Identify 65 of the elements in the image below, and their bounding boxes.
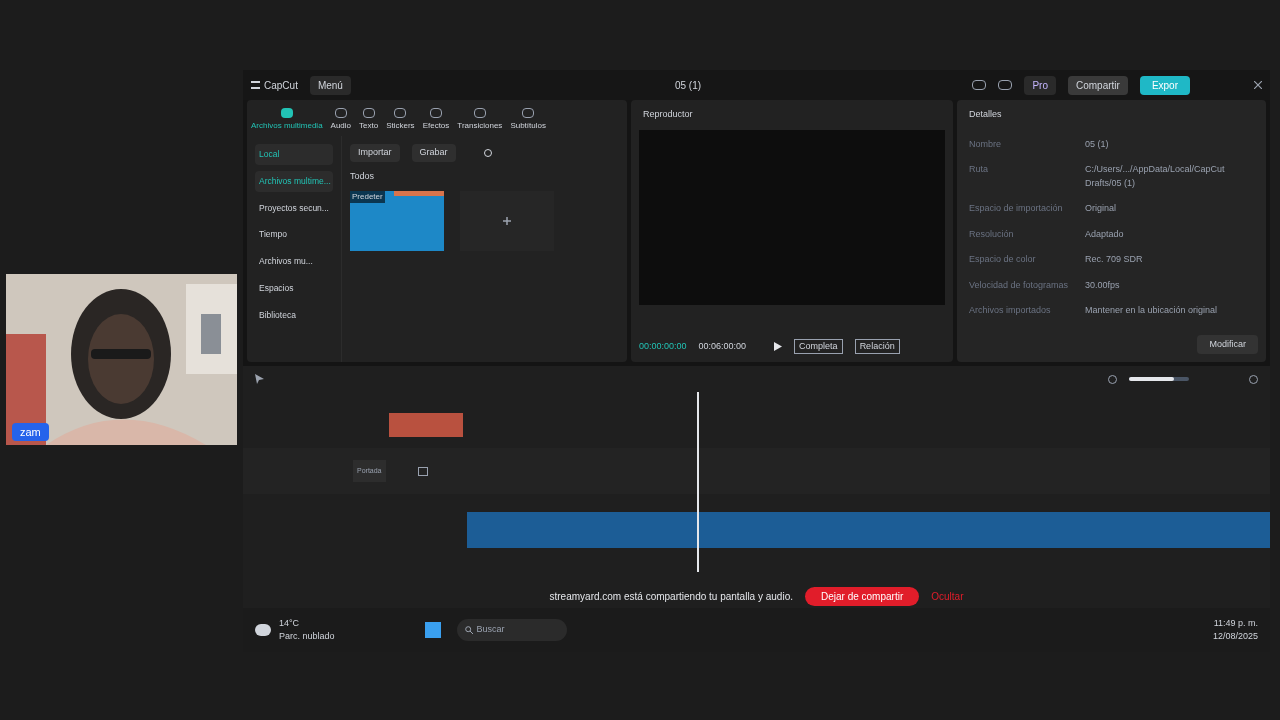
detail-value: Original [1085,202,1117,215]
ratio-button[interactable]: Relación [854,338,900,354]
sidebar-item[interactable]: Espacios [255,277,333,299]
detail-label: Nombre [969,137,1002,151]
app-name: CapCut [264,78,298,93]
pro-button[interactable]: Pro [1024,75,1056,95]
sidebar-item[interactable]: Local [255,144,333,165]
detail-label: Archivos importados [969,304,1052,317]
media-thumbnail[interactable]: Predeter [350,191,444,251]
detail-value: C:/Users/.../AppData/Local/CapCut Drafts/05 (1) [1085,163,1226,190]
search-icon [464,626,473,634]
tab[interactable]: Transiciones [457,108,503,132]
temperature: 14°C [279,616,301,630]
detail-label: Espacio de color [969,253,1037,266]
project-title: 05 (1) [674,78,702,93]
tab[interactable]: Stickers [386,108,415,132]
plus-icon[interactable] [503,217,511,225]
import-button[interactable]: Importar [350,144,400,162]
panel-title: Reproductor [642,108,694,121]
sidebar-item[interactable]: Archivos multime... [255,170,333,192]
timeline-clip[interactable] [389,413,463,437]
detail-value: 05 (1) [1085,137,1110,151]
tab[interactable]: Archivos multimedia [251,108,323,132]
clock-date: 12/08/2025 [1212,630,1258,643]
tab[interactable]: Efectos [422,108,450,132]
sidebar-item[interactable]: Biblioteca [255,304,333,326]
detail-label: Ruta [969,163,989,176]
start-icon[interactable] [424,622,441,638]
detail-value: Adaptado [1085,227,1125,241]
tab[interactable]: Audio [330,108,352,132]
detail-value: Rec. 709 SDR [1085,253,1144,266]
record-button[interactable]: Grabar [411,144,456,162]
clock-time: 11:49 p. m. [1213,616,1258,630]
sidebar-item[interactable]: Proyectos secun... [255,197,333,219]
search-field[interactable]: Buscar [456,619,567,641]
detail-value: 30.00fps [1085,278,1121,292]
filter-label: Todos [350,169,376,183]
detail-label: Resolución [969,227,1015,241]
total-time: 00:06:00:00 [698,339,747,353]
share-button[interactable]: Compartir [1067,75,1128,95]
share-message: streamyard.com está compartiendo tu pantalla y audio. [549,589,793,604]
detail-value: Mantener en la ubicación original [1085,304,1219,317]
full-button[interactable]: Completa [794,338,843,354]
logo-icon [251,81,260,89]
detail-label: Espacio de importación [969,202,1064,215]
zoom-slider[interactable] [1129,377,1189,381]
menu-button[interactable]: Menú [309,75,351,95]
detail-label: Velocidad de fotogramas [969,278,1070,292]
tab[interactable]: Texto [359,108,379,132]
timeline-clip[interactable] [467,512,1270,548]
sidebar-item[interactable]: Archivos mu... [255,251,333,272]
close-icon[interactable] [1254,81,1262,89]
tab[interactable]: Subtítulos [510,108,546,132]
thumbnail-label: Predeter [350,191,385,203]
sidebar-item[interactable]: Tiempo [255,224,333,245]
layout-icon[interactable] [972,80,987,90]
stop-sharing-button[interactable]: Dejar de compartir [805,586,920,606]
panel-title: Detalles [968,108,1003,121]
weather-text: Parc. nublado [279,630,335,643]
play-icon[interactable] [774,341,783,351]
hide-button[interactable]: Ocultar [931,588,964,604]
modify-button[interactable]: Modificar [1197,334,1258,354]
cursor-icon[interactable] [255,374,264,384]
layout-icon[interactable] [998,80,1013,90]
current-time: 00:00:00:00 [639,339,687,353]
